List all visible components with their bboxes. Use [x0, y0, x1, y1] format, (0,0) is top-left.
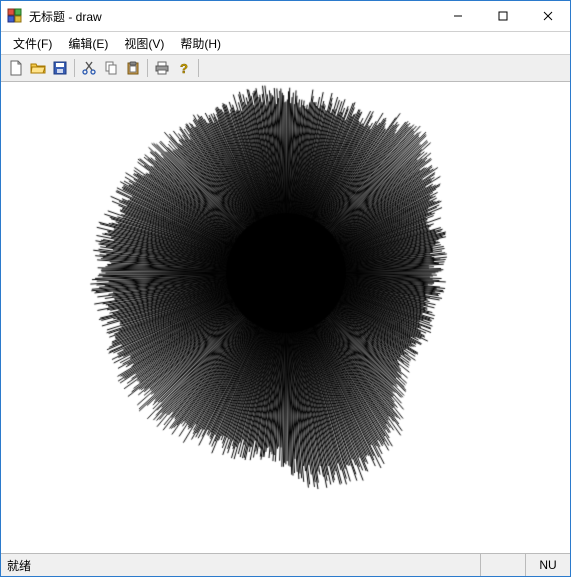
open-button[interactable] [27, 57, 49, 79]
paste-button[interactable] [122, 57, 144, 79]
copy-button[interactable] [100, 57, 122, 79]
cut-icon [81, 60, 97, 76]
save-button[interactable] [49, 57, 71, 79]
new-file-icon [8, 60, 24, 76]
maximize-button[interactable] [480, 2, 525, 31]
canvas-area[interactable] [1, 82, 570, 553]
menu-view[interactable]: 视图(V) [116, 33, 172, 54]
cut-button[interactable] [78, 57, 100, 79]
app-icon [7, 8, 23, 24]
paste-icon [125, 60, 141, 76]
help-icon: ? [176, 60, 192, 76]
status-pane-empty [480, 554, 525, 576]
print-icon [154, 60, 170, 76]
close-button[interactable] [525, 2, 570, 31]
print-button[interactable] [151, 57, 173, 79]
copy-icon [103, 60, 119, 76]
status-bar: 就绪 NU [1, 553, 570, 576]
toolbar-separator [198, 59, 199, 77]
window-title: 无标题 - draw [29, 8, 102, 25]
toolbar-separator [74, 59, 75, 77]
toolbar: ? [1, 55, 570, 82]
toolbar-separator [147, 59, 148, 77]
menu-bar: 文件(F) 编辑(E) 视图(V) 帮助(H) [1, 32, 570, 55]
drawing-canvas[interactable] [1, 83, 570, 553]
title-bar[interactable]: 无标题 - draw [1, 1, 570, 32]
menu-edit[interactable]: 编辑(E) [60, 33, 116, 54]
minimize-icon [453, 11, 463, 21]
menu-file[interactable]: 文件(F) [5, 33, 60, 54]
new-button[interactable] [5, 57, 27, 79]
menu-help[interactable]: 帮助(H) [172, 33, 229, 54]
app-window: 无标题 - draw 文件(F) 编辑(E) 视图(V) 帮助(H) [0, 0, 571, 577]
close-icon [543, 11, 553, 21]
minimize-button[interactable] [435, 2, 480, 31]
maximize-icon [498, 11, 508, 21]
help-button[interactable]: ? [173, 57, 195, 79]
status-ready: 就绪 [1, 557, 480, 574]
open-folder-icon [30, 60, 46, 76]
save-icon [52, 60, 68, 76]
status-indicator: NU [525, 554, 570, 576]
svg-text:?: ? [180, 61, 188, 76]
